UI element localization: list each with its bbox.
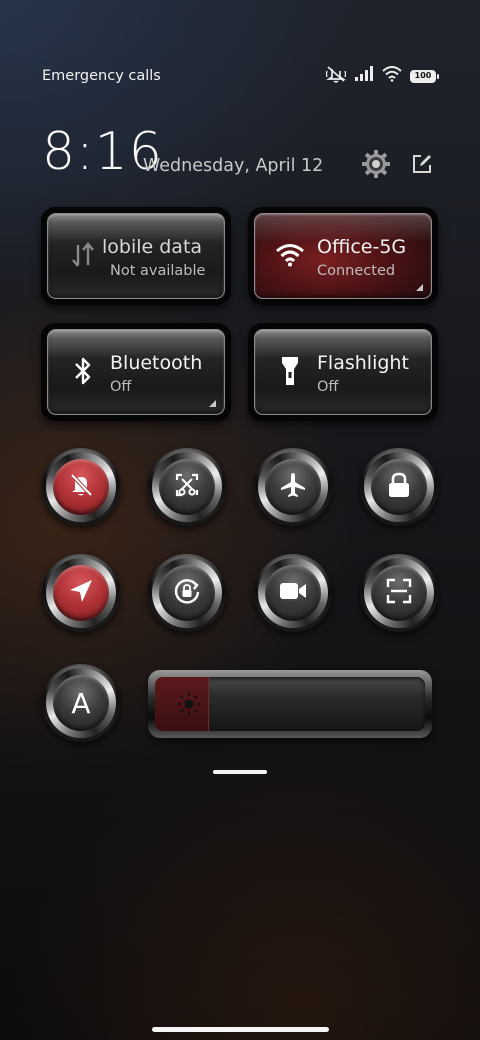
lock-icon xyxy=(386,471,412,503)
panel-drag-handle[interactable] xyxy=(213,770,267,774)
toggle-auto-brightness-face: A xyxy=(53,675,109,731)
tile-mobile-data[interactable]: lobile data Not available xyxy=(41,207,231,305)
toggle-screen-recorder[interactable] xyxy=(254,554,332,632)
toggle-silent-face xyxy=(53,459,109,515)
tile-bluetooth-status: Off xyxy=(110,379,132,395)
toggle-auto-brightness[interactable]: A xyxy=(42,664,120,742)
edit-icon xyxy=(411,153,433,179)
carrier-text: Emergency calls o xyxy=(42,68,166,84)
toggle-location-face xyxy=(53,565,109,621)
toggle-screenshot[interactable] xyxy=(148,448,226,526)
rotation-lock-icon xyxy=(172,576,202,610)
system-icons: 100 xyxy=(325,65,439,87)
scan-icon xyxy=(385,577,413,609)
tile-wifi-status: Connected xyxy=(317,263,396,279)
toggle-screen-recorder-face xyxy=(265,565,321,621)
auto-brightness-icon: A xyxy=(71,686,91,720)
brightness-slider[interactable] xyxy=(148,670,432,738)
wifi-icon xyxy=(275,240,305,270)
toggle-scanner[interactable] xyxy=(360,554,438,632)
signal-icon xyxy=(354,66,374,86)
tile-flashlight-body: Flashlight Off xyxy=(254,329,432,415)
airplane-icon xyxy=(279,471,307,503)
tile-wifi[interactable]: Office-5G Connected xyxy=(248,207,438,305)
bell-off-icon xyxy=(67,471,95,503)
toggle-airplane-mode[interactable] xyxy=(254,448,332,526)
tile-flashlight-title: Flashlight xyxy=(317,352,409,374)
tile-wifi-body: Office-5G Connected xyxy=(254,213,432,299)
tile-mobile-data-body: lobile data Not available xyxy=(47,213,225,299)
wifi-icon xyxy=(382,66,402,86)
tile-mobile-data-title: lobile data xyxy=(102,236,203,258)
bluetooth-icon xyxy=(68,356,98,386)
tile-mobile-data-status: Not available xyxy=(110,263,206,279)
tile-bluetooth-title: Bluetooth xyxy=(110,352,203,374)
status-bar: Emergency calls o 100 xyxy=(0,60,480,92)
gear-icon xyxy=(361,149,391,183)
tile-wifi-expand-indicator[interactable] xyxy=(416,284,423,291)
mute-vibrate-icon xyxy=(325,65,347,87)
toggle-airplane-mode-face xyxy=(265,459,321,515)
toggle-screenshot-face xyxy=(159,459,215,515)
toggle-silent[interactable] xyxy=(42,448,120,526)
flashlight-icon xyxy=(275,356,305,386)
tile-bluetooth-body: Bluetooth Off xyxy=(47,329,225,415)
toggle-rotation-lock[interactable] xyxy=(148,554,226,632)
brightness-track[interactable] xyxy=(155,677,425,731)
date: Wednesday, April 12 xyxy=(143,156,324,176)
home-indicator[interactable] xyxy=(152,1027,329,1032)
toggle-scanner-face xyxy=(371,565,427,621)
tile-bluetooth[interactable]: Bluetooth Off xyxy=(41,323,231,421)
tile-flashlight[interactable]: Flashlight Off xyxy=(248,323,438,421)
video-camera-icon xyxy=(278,579,308,607)
battery-icon: 100 xyxy=(410,69,439,83)
screenshot-icon xyxy=(173,471,201,503)
toggle-rotation-lock-face xyxy=(159,565,215,621)
mobile-data-arrows-icon xyxy=(68,240,98,270)
control-center-header: 8:16 Wednesday, April 12 xyxy=(0,118,480,188)
toggle-location[interactable] xyxy=(42,554,120,632)
toggle-lock-screen[interactable] xyxy=(360,448,438,526)
tile-wifi-title: Office-5G xyxy=(317,236,407,258)
settings-button[interactable] xyxy=(360,150,392,182)
tile-bluetooth-expand-indicator[interactable] xyxy=(209,400,216,407)
edit-button[interactable] xyxy=(406,150,438,182)
toggle-lock-screen-face xyxy=(371,459,427,515)
sun-icon xyxy=(177,692,201,716)
tile-flashlight-status: Off xyxy=(317,379,339,395)
location-icon xyxy=(68,578,94,608)
